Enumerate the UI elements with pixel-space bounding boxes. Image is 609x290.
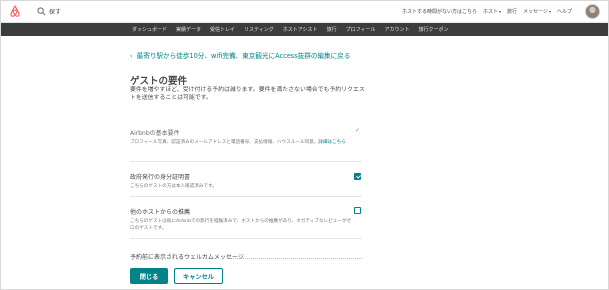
requirement-text: プロフィール写真、認証済みのメールアドレスと電話番号、支払情報、ハウスルール同意… — [130, 140, 362, 147]
page-description: 要件を増やすほど、受け付ける予約は減ります。要件を満たさない場合でも予約リクエス… — [130, 87, 365, 101]
welcome-message-label: 予約前に表示されるウェルカムメッセージ — [130, 254, 244, 261]
requirement-basic: Airbnbの基本要件 プロフィール写真、認証済みのメールアドレスと電話番号、支… — [130, 128, 362, 147]
avatar[interactable] — [585, 4, 600, 19]
subnav-item-trips[interactable]: 旅行 — [327, 26, 337, 33]
subnav-item-listings[interactable]: リスティング — [244, 26, 274, 33]
host-subnav: ダッシュボード 実績データ 受信トレイ リスティング ホストアシスト 旅行 プロ… — [1, 23, 608, 36]
subnav-item-profile[interactable]: プロフィール — [346, 26, 376, 33]
chevron-down-icon: ▾ — [548, 9, 551, 14]
top-header: ホストする時間がない方はこちら ホスト▾ 旅行 メッセージ▾ ヘルプ — [1, 1, 608, 23]
requirement-text: こちらのゲストの方は本人確認済みです。 — [130, 184, 217, 189]
messages-menu[interactable]: メッセージ▾ — [523, 8, 551, 15]
divider — [130, 238, 362, 239]
help-link[interactable]: ヘルプ — [557, 8, 572, 15]
requirement-text-body: プロフィール写真、認証済みのメールアドレスと電話番号、支払情報、ハウスルール同意… — [130, 140, 319, 145]
subnav-item-dashboard[interactable]: ダッシュボード — [132, 26, 167, 33]
cancel-button[interactable]: キャンセル — [174, 268, 223, 284]
requirement-government-id: 政府発行の身分証明書 こちらのゲストの方は本人確認済みです。 — [130, 172, 362, 191]
airbnb-logo-icon[interactable] — [9, 5, 21, 18]
chevron-left-icon: ‹ — [130, 52, 133, 60]
requirement-title: 他のホストからの推薦 — [130, 209, 191, 216]
chevron-down-icon: ▾ — [499, 9, 502, 14]
requirement-text: こちらのゲストは既にAirbnbでの旅行を経験済みで、ホストからの推薦があり、ネ… — [130, 219, 352, 231]
requirement-title: 政府発行の身分証明書 — [130, 174, 191, 181]
subnav-item-performance[interactable]: 実績データ — [176, 26, 201, 33]
app-window: ホストする時間がない方はこちら ホスト▾ 旅行 メッセージ▾ ヘルプ ダッシュボ… — [0, 0, 609, 290]
search-icon — [37, 7, 46, 16]
close-button[interactable]: 閉じる — [130, 268, 168, 284]
back-link-label: 最寄り駅から徒歩10分、wifi完備、東京観光にAccess抜群の編集に戻る — [136, 52, 351, 60]
learn-more-link[interactable]: 詳細はこちら — [318, 140, 346, 145]
back-to-listing-link[interactable]: ‹ 最寄り駅から徒歩10分、wifi完備、東京観光にAccess抜群の編集に戻る — [130, 50, 350, 60]
host-recommendation-checkbox[interactable] — [354, 207, 361, 214]
top-nav: ホストする時間がない方はこちら ホスト▾ 旅行 メッセージ▾ ヘルプ — [402, 8, 572, 15]
host-menu-label: ホスト — [483, 9, 499, 15]
check-icon: ✓ — [355, 127, 361, 134]
requirement-host-recommendation: 他のホストからの推薦 こちらのゲストは既にAirbnbでの旅行を経験済みで、ホス… — [130, 207, 362, 232]
government-id-checkbox[interactable] — [354, 173, 361, 180]
divider — [130, 161, 362, 162]
subnav-item-travel-coupon[interactable]: 旅行クーポン — [419, 26, 449, 33]
trips-link[interactable]: 旅行 — [507, 8, 517, 15]
page-title: ゲストの要件 — [130, 76, 188, 87]
search-input[interactable] — [49, 5, 249, 19]
subnav-item-inbox[interactable]: 受信トレイ — [210, 26, 235, 33]
subnav-item-host-assist[interactable]: ホストアシスト — [283, 26, 318, 33]
welcome-message-field[interactable] — [227, 258, 362, 259]
subnav-item-account[interactable]: アカウント — [384, 26, 409, 33]
messages-menu-label: メッセージ — [523, 9, 548, 15]
host-guest-link[interactable]: ホストする時間がない方はこちら — [402, 8, 477, 15]
divider — [130, 196, 362, 197]
requirement-title: Airbnbの基本要件 — [130, 130, 180, 137]
host-menu[interactable]: ホスト▾ — [483, 8, 501, 15]
